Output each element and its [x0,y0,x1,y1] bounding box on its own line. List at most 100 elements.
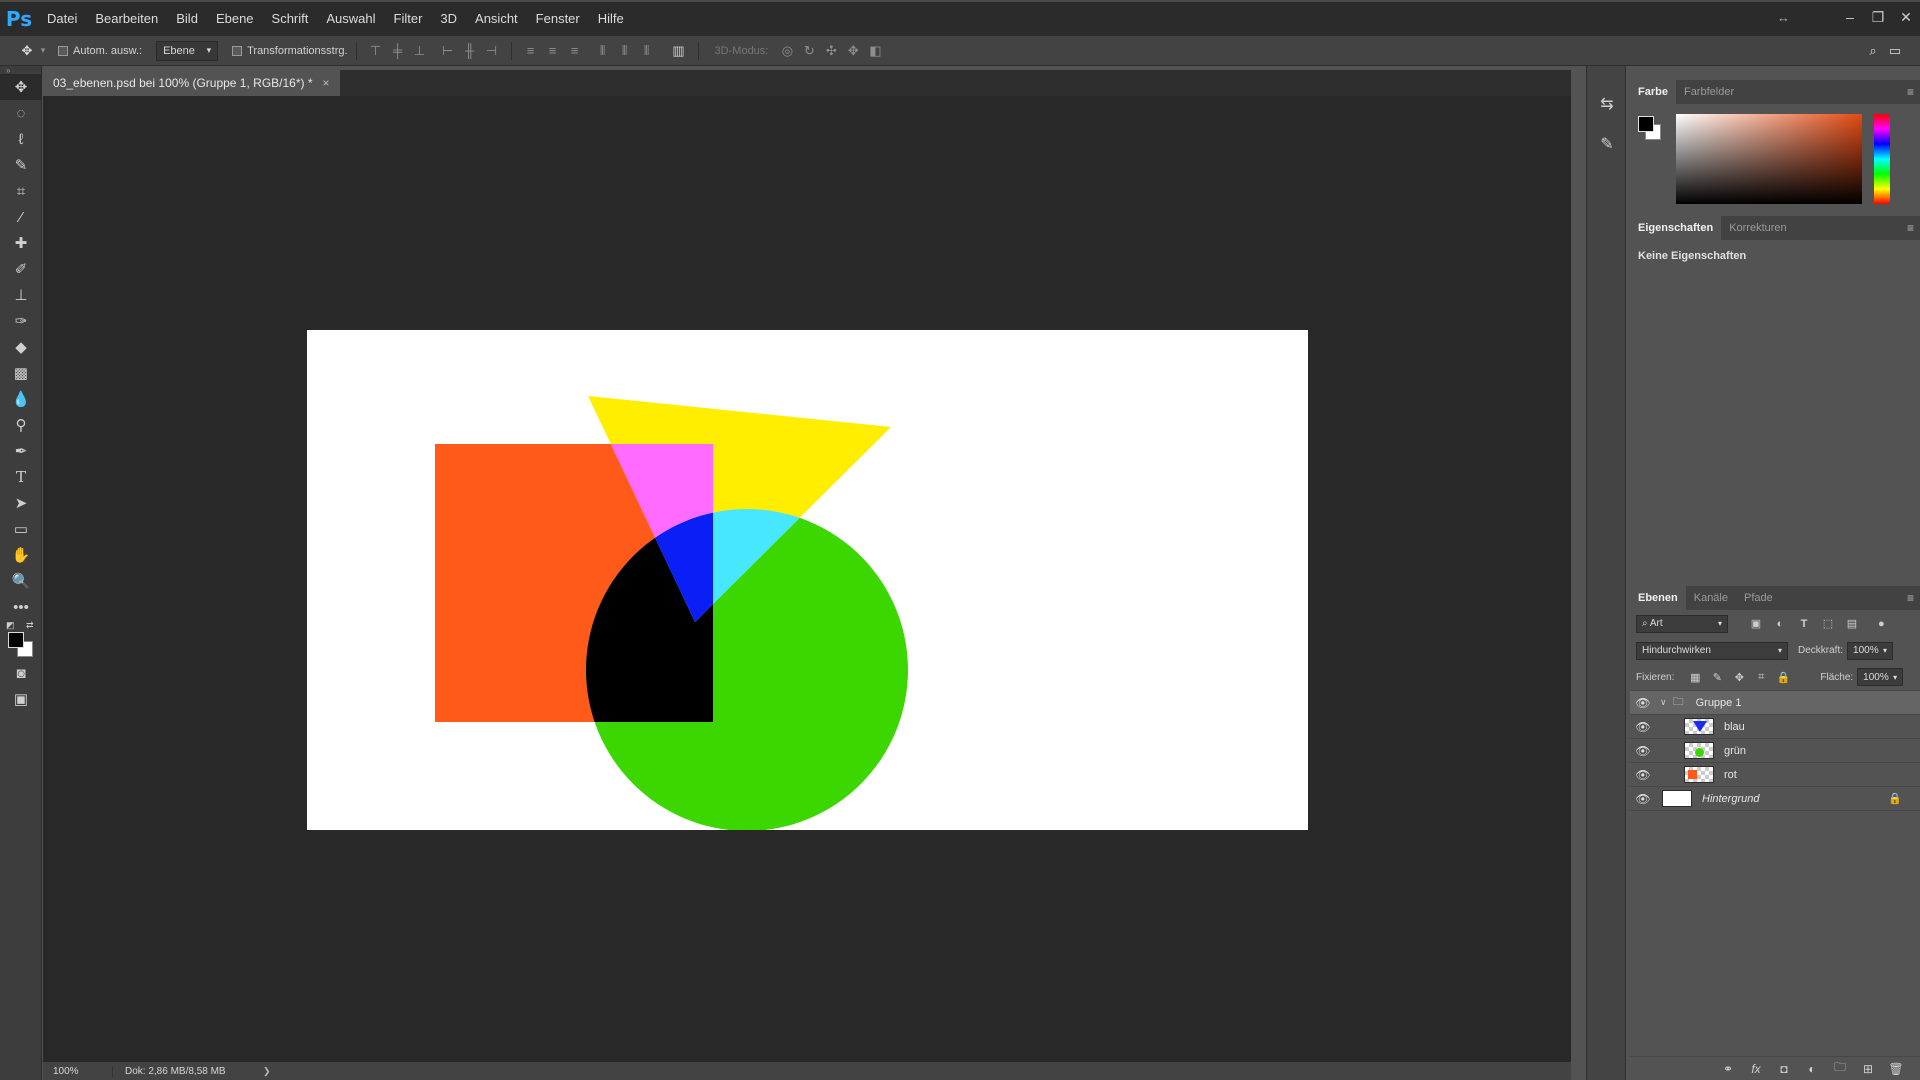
pen-tool-icon[interactable]: ✒ [0,438,42,464]
menu-bild[interactable]: Bild [167,1,207,37]
screen-mode-icon[interactable]: ▣ [0,686,42,712]
type-tool-icon[interactable]: T [0,464,42,490]
lasso-tool-icon[interactable]: ℓ [0,126,42,152]
visibility-eye-icon[interactable]: 👁 [1630,744,1656,758]
rectangle-tool-icon[interactable]: ▭ [0,516,42,542]
clone-stamp-tool-icon[interactable]: ⊥ [0,282,42,308]
lock-artboard-icon[interactable]: ⌗ [1750,671,1772,684]
eraser-tool-icon[interactable]: ◆ [0,334,42,360]
zoom-level[interactable]: 100% [43,1065,113,1077]
align-left-icon[interactable]: ⊢ [437,41,459,61]
menu-ebene[interactable]: Ebene [207,1,263,37]
layer-name[interactable]: Gruppe 1 [1696,697,1742,709]
crop-tool-icon[interactable]: ⌗ [0,178,42,204]
filter-pixel-icon[interactable]: ▣ [1744,617,1768,630]
quick-mask-icon[interactable]: ◙ [0,660,42,686]
distribute-hcenter-icon[interactable]: ⦀ [614,41,636,61]
layer-name[interactable]: blau [1724,721,1745,733]
distribute-vcenter-icon[interactable]: ≡ [542,41,564,61]
document-tab[interactable]: 03_ebenen.psd bei 100% (Gruppe 1, RGB/16… [43,70,340,96]
quick-selection-tool-icon[interactable]: ✎ [0,152,42,178]
menu-auswahl[interactable]: Auswahl [317,1,384,37]
panel-foreground-swatch[interactable] [1638,116,1654,132]
workspace-icon[interactable]: ▭ [1884,41,1906,61]
tab-ebenen[interactable]: Ebenen [1630,586,1686,610]
lock-all-icon[interactable]: 🔒 [1772,671,1794,684]
close-window-icon[interactable]: ✕ [1892,9,1920,26]
distribute-bottom-icon[interactable]: ≡ [564,41,586,61]
close-tab-icon[interactable]: × [323,76,330,90]
history-panel-icon[interactable]: ⇆ [1587,84,1627,124]
lock-image-icon[interactable]: ✎ [1706,671,1728,684]
tab-farbfelder[interactable]: Farbfelder [1676,80,1742,104]
layer-row-blau[interactable]: 👁 blau [1630,715,1920,739]
dodge-tool-icon[interactable]: ⚲ [0,412,42,438]
fill-field[interactable]: 100% ▾ [1857,668,1904,686]
visibility-eye-icon[interactable]: 👁 [1630,720,1656,734]
default-colors-icon[interactable]: ◩ [6,620,15,631]
filter-type-icon[interactable]: T [1792,618,1816,630]
brush-tool-icon[interactable]: ✐ [0,256,42,282]
menu-3d[interactable]: 3D [431,1,466,37]
maximize-icon[interactable]: ❐ [1864,9,1892,26]
layer-style-icon[interactable]: fx [1742,1062,1770,1076]
blur-tool-icon[interactable]: 💧 [0,386,42,412]
add-mask-icon[interactable]: ◘ [1770,1062,1798,1076]
distribute-top-icon[interactable]: ≡ [520,41,542,61]
transform-controls-option[interactable]: Transformationsstrg. [232,45,348,57]
panel-menu-icon[interactable]: ≡ [1907,221,1914,235]
3d-roll-icon[interactable]: ↻ [798,41,820,61]
color-picker-field[interactable] [1676,114,1862,204]
adjustment-layer-icon[interactable]: ◐ [1798,1062,1826,1076]
foreground-color-swatch[interactable] [8,632,24,648]
3d-scale-icon[interactable]: ◧ [864,41,886,61]
distribute-left-icon[interactable]: ⦀ [592,41,614,61]
align-bottom-icon[interactable]: ⊥ [409,41,431,61]
zoom-tool-icon[interactable]: 🔍 [0,568,42,594]
menu-bearbeiten[interactable]: Bearbeiten [86,1,167,37]
menu-hilfe[interactable]: Hilfe [589,1,633,37]
new-group-icon[interactable]: 🗀 [1826,1058,1854,1079]
color-swatches[interactable]: ◩ ⇄ [0,620,42,660]
tab-kanaele[interactable]: Kanäle [1686,586,1736,610]
move-tool-icon[interactable]: ✥ [0,74,42,100]
chevron-down-icon[interactable]: ∨ [1660,697,1667,708]
align-hcenter-icon[interactable]: ╫ [459,41,481,61]
menu-ansicht[interactable]: Ansicht [466,1,527,37]
swap-colors-icon[interactable]: ⇄ [26,620,34,631]
hue-slider[interactable] [1874,114,1890,204]
move-tool-preset-icon[interactable]: ✥ [16,41,38,61]
collapse-icon[interactable]: » [0,66,41,75]
align-top-icon[interactable]: ⊤ [365,41,387,61]
layer-row-rot[interactable]: 👁 rot [1630,763,1920,787]
lock-transparent-icon[interactable]: ▦ [1684,671,1706,684]
tab-korrekturen[interactable]: Korrekturen [1721,216,1794,240]
minimize-icon[interactable]: – [1836,9,1864,25]
menu-fenster[interactable]: Fenster [527,1,589,37]
healing-brush-tool-icon[interactable]: ✚ [0,230,42,256]
menu-filter[interactable]: Filter [385,1,432,37]
visibility-eye-icon[interactable]: 👁 [1630,768,1656,782]
panel-menu-icon[interactable]: ≡ [1907,591,1914,605]
layer-row-gruen[interactable]: 👁 grün [1630,739,1920,763]
layer-filter-dropdown[interactable]: ⌕ Art ▾ [1636,614,1728,633]
filter-toggle-icon[interactable]: ● [1878,618,1885,630]
filter-adjustment-icon[interactable]: ◐ [1768,618,1792,630]
search-icon[interactable]: ⌕ [1862,41,1884,61]
opacity-field[interactable]: 100% ▾ [1847,641,1894,660]
lock-position-icon[interactable]: ✥ [1728,671,1750,684]
chevron-down-icon[interactable]: ▾ [38,41,48,61]
align-vcenter-icon[interactable]: ╪ [387,41,409,61]
brush-settings-panel-icon[interactable]: ✎ [1587,124,1627,164]
tab-farbe[interactable]: Farbe [1630,80,1676,104]
menu-datei[interactable]: Datei [38,1,86,37]
auto-select-checkbox[interactable] [58,45,68,56]
tab-eigenschaften[interactable]: Eigenschaften [1630,216,1722,240]
new-layer-icon[interactable]: ⊞ [1854,1062,1882,1076]
status-menu-arrow[interactable]: ❯ [263,1066,271,1077]
canvas-area[interactable] [43,96,1571,1062]
transform-controls-checkbox[interactable] [232,45,243,56]
more-tools-icon[interactable]: ••• [0,594,42,620]
3d-pan-icon[interactable]: ✣ [820,41,842,61]
auto-select-option[interactable]: Autom. ausw.: [58,45,142,57]
